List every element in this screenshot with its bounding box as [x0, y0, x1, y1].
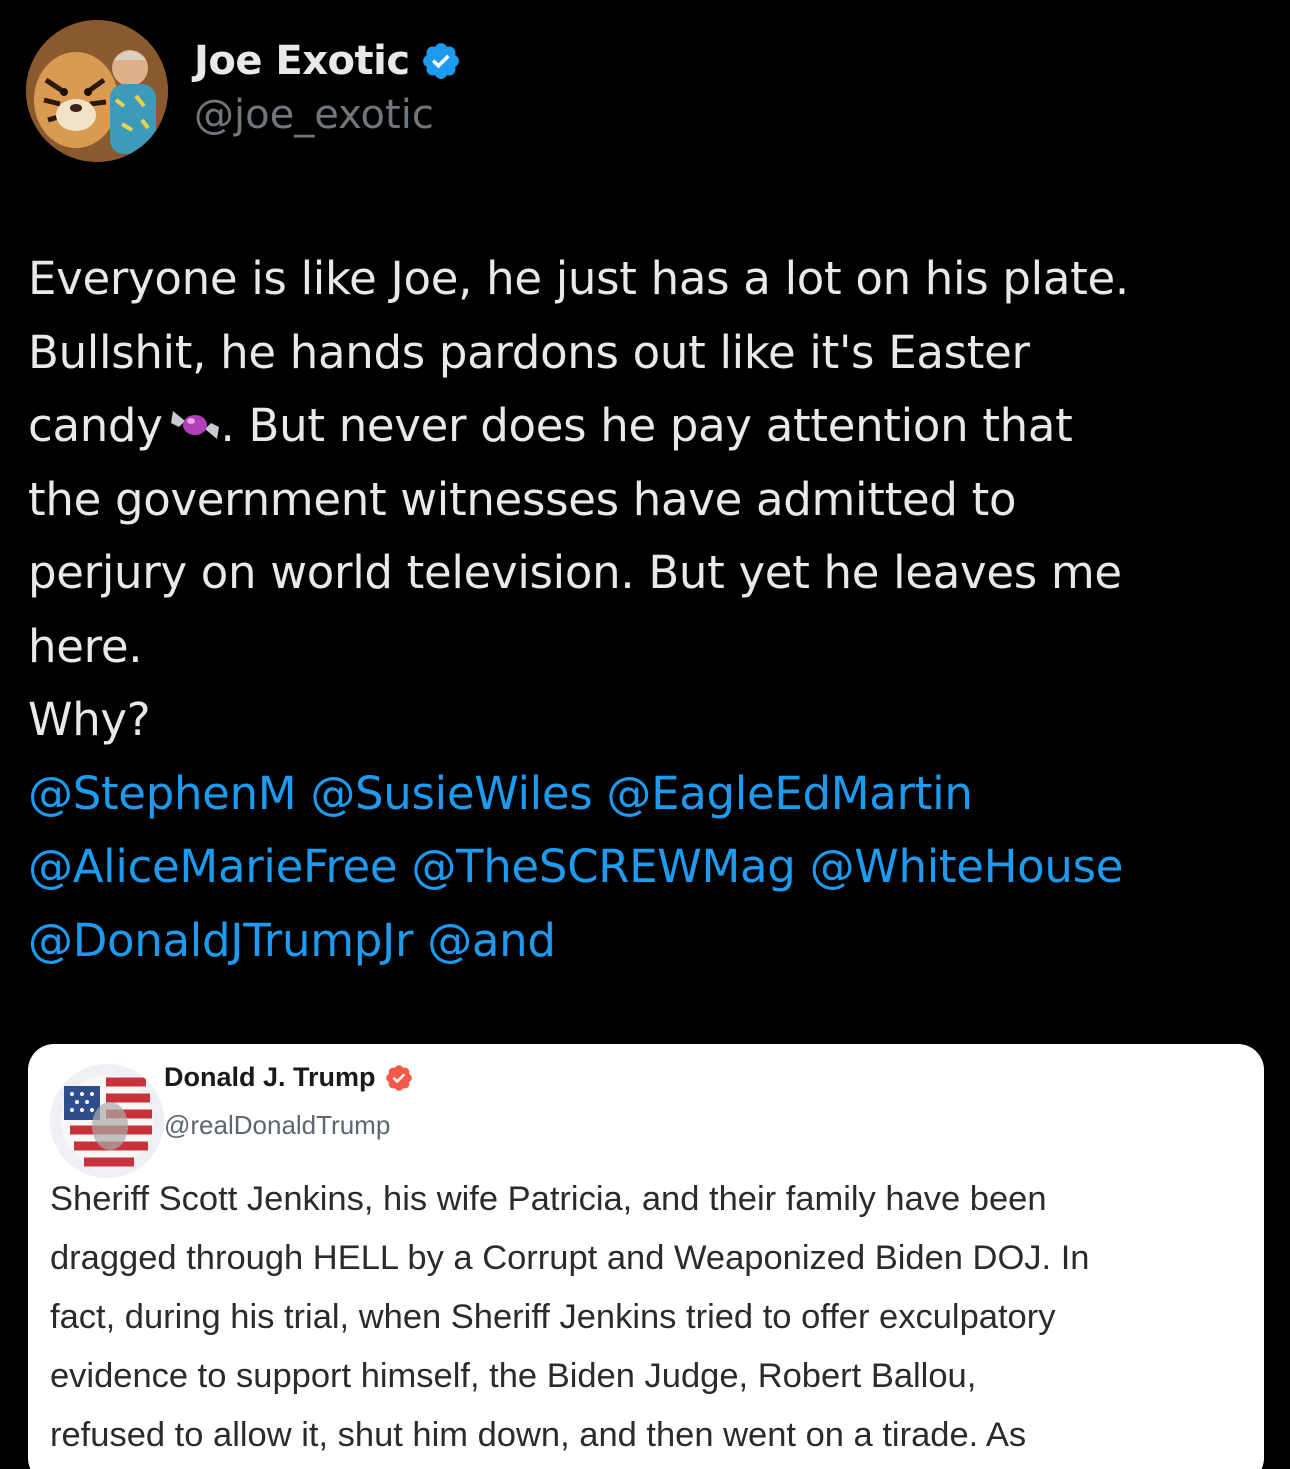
mention-link[interactable]: @StephenM — [28, 767, 297, 820]
quoted-name-row: Donald J. Trump — [164, 1062, 414, 1093]
quoted-body-line: Sheriff Scott Jenkins, his wife Patricia… — [50, 1180, 1047, 1218]
tweet-screen: Joe Exotic @joe_exotic Everyone is like … — [0, 0, 1290, 1469]
mention-link[interactable]: @SusieWiles — [310, 767, 592, 820]
tiger-portrait-avatar — [26, 20, 168, 162]
quoted-handle[interactable]: @realDonaldTrump — [164, 1110, 390, 1141]
mention-link[interactable]: @TheSCREWMag — [411, 840, 796, 893]
tweet-line: Bullshit, he hands pardons out like it's… — [28, 325, 1030, 379]
author-handle[interactable]: @joe_exotic — [194, 92, 462, 138]
tweet-line: the government witnesses have admitted t… — [28, 472, 1017, 526]
author-names: Joe Exotic @joe_exotic — [194, 38, 462, 138]
tweet-header: Joe Exotic @joe_exotic — [26, 20, 462, 162]
mention-link[interactable]: @WhiteHouse — [810, 840, 1124, 893]
tweet-line-part: candy — [28, 399, 163, 452]
quoted-body-line: refused to allow it, shut him down, and … — [50, 1416, 1027, 1454]
mention-link[interactable]: @EagleEdMartin — [606, 767, 972, 820]
quoted-body: Sheriff Scott Jenkins, his wife Patricia… — [50, 1170, 1264, 1465]
quoted-author-avatar — [50, 1064, 164, 1178]
mentions-line: @DonaldJTrumpJr @and — [28, 904, 1278, 978]
tweet-line: here. — [28, 619, 143, 673]
tweet-line: Why? — [28, 693, 151, 746]
author-display-name[interactable]: Joe Exotic — [194, 38, 410, 84]
quoted-body-line: evidence to support himself, the Biden J… — [50, 1357, 977, 1395]
tweet-line: perjury on world television. But yet he … — [28, 546, 1122, 599]
quoted-body-line: dragged through HELL by a Corrupt and We… — [50, 1239, 1090, 1277]
verified-badge-icon — [385, 1064, 412, 1091]
quoted-post-card[interactable]: Donald J. Trump @realDonaldTrump Sheriff… — [28, 1044, 1264, 1469]
name-row: Joe Exotic — [194, 38, 462, 84]
tweet-line: candy . But never does he pay attention … — [28, 389, 1278, 463]
verified-badge-icon — [422, 43, 459, 79]
mention-link[interactable]: @and — [427, 914, 556, 967]
tweet-line-part: . But never does he pay attention that — [220, 399, 1073, 452]
quoted-display-name[interactable]: Donald J. Trump — [164, 1062, 376, 1093]
flag-portrait-avatar — [50, 1064, 164, 1178]
mention-link[interactable]: @AliceMarieFree — [28, 840, 398, 893]
tweet-text: Everyone is like Joe, he just has a lot … — [28, 242, 1278, 977]
tweet-line: Everyone is like Joe, he just has a lot … — [28, 252, 1129, 305]
quoted-body-line: fact, during his trial, when Sheriff Jen… — [50, 1298, 1056, 1336]
mentions-line: @AliceMarieFree @TheSCREWMag @WhiteHouse — [28, 830, 1278, 904]
mention-link[interactable]: @DonaldJTrumpJr — [28, 914, 413, 967]
candy-emoji — [170, 411, 219, 439]
mentions-line: @StephenM @SusieWiles @EagleEdMartin — [28, 757, 1278, 831]
author-avatar[interactable] — [26, 20, 168, 162]
